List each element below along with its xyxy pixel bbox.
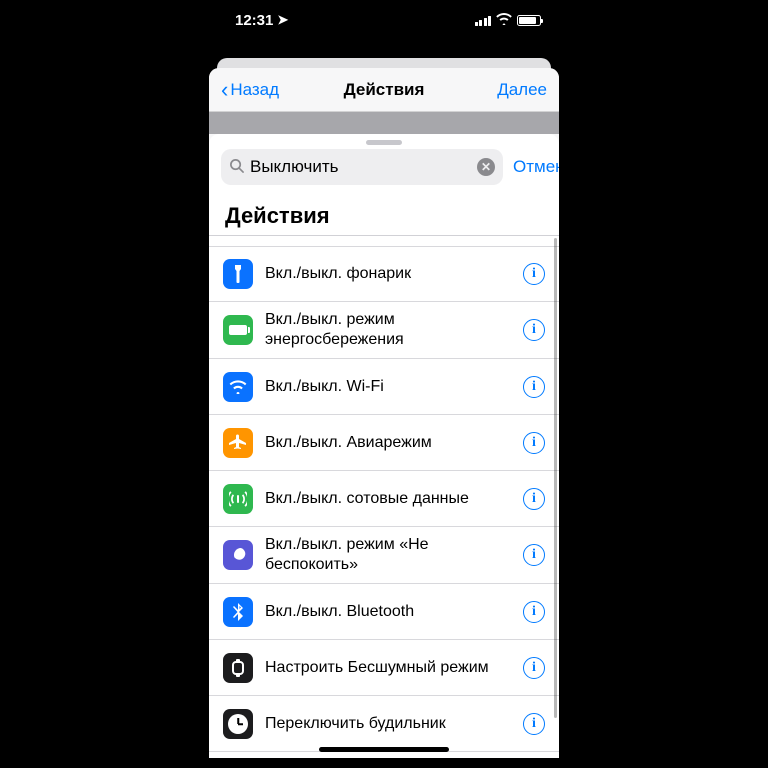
info-button[interactable]: i (523, 657, 545, 679)
cellular-icon (223, 484, 253, 514)
cellular-signal-icon (475, 15, 492, 26)
dim-strip (209, 112, 559, 134)
modal-card: ‹ Назад Действия Далее ✕ Отменить Действ… (209, 68, 559, 758)
airplane-icon (223, 428, 253, 458)
status-time: 12:31 (235, 12, 273, 29)
sheet-grabber[interactable] (366, 140, 402, 145)
action-label: Вкл./выкл. сотовые данные (265, 489, 511, 509)
action-label: Настроить Бесшумный режим (265, 658, 511, 678)
info-button[interactable]: i (523, 488, 545, 510)
info-button[interactable]: i (523, 601, 545, 623)
action-row-wifi[interactable]: Вкл./выкл. Wi-Fi i (209, 359, 559, 415)
search-field[interactable]: ✕ (221, 149, 503, 185)
watch-icon (223, 653, 253, 683)
info-button[interactable]: i (523, 544, 545, 566)
action-row-alarm[interactable]: Переключить будильник i (209, 696, 559, 752)
action-row-silent[interactable]: Настроить Бесшумный режим i (209, 640, 559, 696)
actions-list[interactable]: Вкл./выкл. фонарик i Вкл./выкл. режим эн… (209, 232, 559, 758)
info-button[interactable]: i (523, 319, 545, 341)
next-button[interactable]: Далее (497, 80, 547, 100)
low-power-icon (223, 315, 253, 345)
dnd-icon (223, 540, 253, 570)
action-row-flashlight[interactable]: Вкл./выкл. фонарик i (209, 246, 559, 302)
info-button[interactable]: i (523, 263, 545, 285)
action-label: Переключить будильник (265, 714, 511, 734)
action-label: Вкл./выкл. режим «Не беспокоить» (265, 535, 511, 575)
flashlight-icon (223, 259, 253, 289)
clear-search-button[interactable]: ✕ (477, 158, 495, 176)
wifi-status-icon (496, 13, 512, 28)
clock-icon (223, 709, 253, 739)
info-button[interactable]: i (523, 713, 545, 735)
scrollbar[interactable] (554, 238, 557, 718)
search-sheet: ✕ Отменить Действия Вкл./выкл. фонарик i… (209, 134, 559, 758)
wifi-icon (223, 372, 253, 402)
chevron-left-icon: ‹ (221, 79, 228, 101)
action-label: Вкл./выкл. Bluetooth (265, 602, 511, 622)
section-header: Действия (209, 195, 559, 235)
action-row-airplane[interactable]: Вкл./выкл. Авиарежим i (209, 415, 559, 471)
bluetooth-icon (223, 597, 253, 627)
search-input[interactable] (250, 157, 471, 177)
action-row-bluetooth[interactable]: Вкл./выкл. Bluetooth i (209, 584, 559, 640)
home-indicator[interactable] (319, 747, 449, 752)
action-label: Вкл./выкл. Авиарежим (265, 433, 511, 453)
action-label: Вкл./выкл. Wi-Fi (265, 377, 511, 397)
action-row-lowpower[interactable]: Вкл./выкл. режим энергосбережения i (209, 302, 559, 359)
info-button[interactable]: i (523, 376, 545, 398)
cancel-button[interactable]: Отменить (513, 157, 559, 177)
info-button[interactable]: i (523, 432, 545, 454)
nav-bar: ‹ Назад Действия Далее (209, 68, 559, 112)
action-row-dnd[interactable]: Вкл./выкл. режим «Не беспокоить» i (209, 527, 559, 584)
status-bar: 12:31 ➤ (209, 0, 559, 40)
location-icon: ➤ (277, 12, 288, 28)
action-label: Вкл./выкл. режим энергосбережения (265, 310, 511, 350)
back-label: Назад (230, 80, 279, 100)
search-icon (229, 158, 244, 177)
action-label: Вкл./выкл. фонарик (265, 264, 511, 284)
action-row-cellular[interactable]: Вкл./выкл. сотовые данные i (209, 471, 559, 527)
phone-frame: 12:31 ➤ ‹ Назад Действия Далее (209, 0, 559, 758)
battery-icon (517, 15, 541, 26)
back-button[interactable]: ‹ Назад (221, 79, 279, 101)
